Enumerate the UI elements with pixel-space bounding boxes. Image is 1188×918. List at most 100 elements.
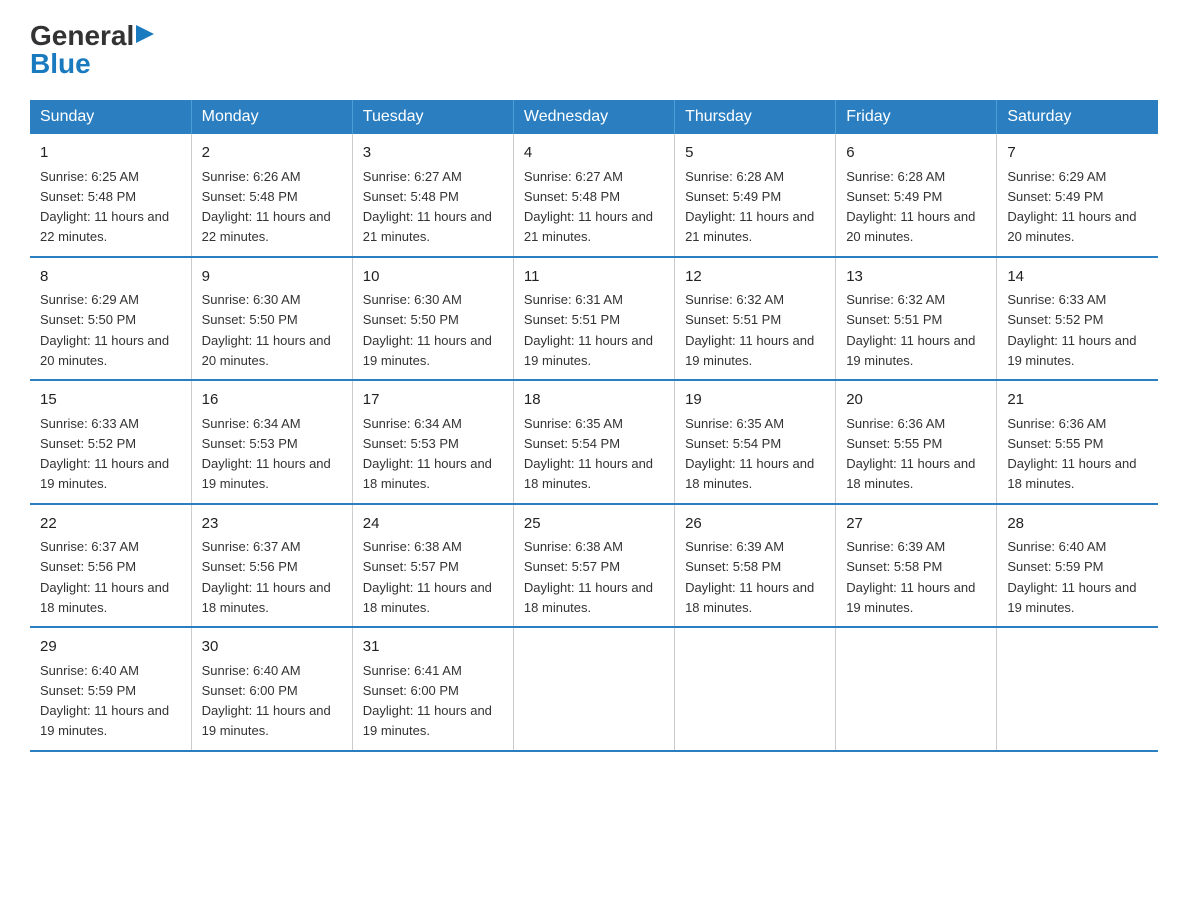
header-sunday: Sunday [30,100,191,134]
calendar-cell: 22 Sunrise: 6:37 AMSunset: 5:56 PMDayligh… [30,504,191,628]
day-info: Sunrise: 6:39 AMSunset: 5:58 PMDaylight:… [846,539,975,615]
day-number: 4 [524,142,664,165]
day-info: Sunrise: 6:35 AMSunset: 5:54 PMDaylight:… [524,416,653,492]
day-number: 28 [1007,513,1148,536]
day-number: 23 [202,513,342,536]
calendar-cell: 5 Sunrise: 6:28 AMSunset: 5:49 PMDaylight… [675,134,836,257]
calendar-cell: 23 Sunrise: 6:37 AMSunset: 5:56 PMDayligh… [191,504,352,628]
day-info: Sunrise: 6:30 AMSunset: 5:50 PMDaylight:… [202,292,331,368]
calendar-cell: 19Sunrise: 6:35 AMSunset: 5:54 PMDayligh… [675,380,836,504]
calendar-cell: 27 Sunrise: 6:39 AMSunset: 5:58 PMDayligh… [836,504,997,628]
day-info: Sunrise: 6:40 AMSunset: 5:59 PMDaylight:… [1007,539,1136,615]
day-number: 11 [524,266,664,289]
logo-triangle-icon [136,25,154,43]
calendar-cell [836,627,997,751]
header-tuesday: Tuesday [352,100,513,134]
week-row-1: 8 Sunrise: 6:29 AMSunset: 5:50 PMDaylight… [30,257,1158,381]
header-wednesday: Wednesday [513,100,674,134]
calendar-cell: 9Sunrise: 6:30 AMSunset: 5:50 PMDaylight… [191,257,352,381]
header-thursday: Thursday [675,100,836,134]
header-friday: Friday [836,100,997,134]
page-header: General Blue [30,20,1158,80]
day-info: Sunrise: 6:36 AMSunset: 5:55 PMDaylight:… [1007,416,1136,492]
day-number: 15 [40,389,181,412]
day-info: Sunrise: 6:35 AMSunset: 5:54 PMDaylight:… [685,416,814,492]
day-number: 10 [363,266,503,289]
day-info: Sunrise: 6:29 AMSunset: 5:49 PMDaylight:… [1007,169,1136,245]
day-info: Sunrise: 6:39 AMSunset: 5:58 PMDaylight:… [685,539,814,615]
day-info: Sunrise: 6:36 AMSunset: 5:55 PMDaylight:… [846,416,975,492]
logo: General Blue [30,20,154,80]
day-info: Sunrise: 6:38 AMSunset: 5:57 PMDaylight:… [524,539,653,615]
day-number: 17 [363,389,503,412]
day-number: 27 [846,513,986,536]
day-info: Sunrise: 6:33 AMSunset: 5:52 PMDaylight:… [1007,292,1136,368]
day-number: 12 [685,266,825,289]
day-info: Sunrise: 6:41 AMSunset: 6:00 PMDaylight:… [363,663,492,739]
week-row-3: 22 Sunrise: 6:37 AMSunset: 5:56 PMDayligh… [30,504,1158,628]
day-number: 25 [524,513,664,536]
day-info: Sunrise: 6:33 AMSunset: 5:52 PMDaylight:… [40,416,169,492]
day-info: Sunrise: 6:38 AMSunset: 5:57 PMDaylight:… [363,539,492,615]
day-number: 1 [40,142,181,165]
day-number: 16 [202,389,342,412]
calendar-cell: 15 Sunrise: 6:33 AMSunset: 5:52 PMDayligh… [30,380,191,504]
day-info: Sunrise: 6:28 AMSunset: 5:49 PMDaylight:… [846,169,975,245]
day-number: 26 [685,513,825,536]
day-number: 30 [202,636,342,659]
calendar-cell: 1 Sunrise: 6:25 AMSunset: 5:48 PMDaylight… [30,134,191,257]
day-number: 8 [40,266,181,289]
calendar-cell: 12 Sunrise: 6:32 AMSunset: 5:51 PMDayligh… [675,257,836,381]
header-monday: Monday [191,100,352,134]
day-number: 18 [524,389,664,412]
day-info: Sunrise: 6:40 AMSunset: 6:00 PMDaylight:… [202,663,331,739]
day-number: 31 [363,636,503,659]
day-number: 5 [685,142,825,165]
day-info: Sunrise: 6:37 AMSunset: 5:56 PMDaylight:… [40,539,169,615]
calendar-cell: 30 Sunrise: 6:40 AMSunset: 6:00 PMDayligh… [191,627,352,751]
day-number: 13 [846,266,986,289]
day-info: Sunrise: 6:26 AMSunset: 5:48 PMDaylight:… [202,169,331,245]
calendar-cell: 21 Sunrise: 6:36 AMSunset: 5:55 PMDayligh… [997,380,1158,504]
day-info: Sunrise: 6:34 AMSunset: 5:53 PMDaylight:… [202,416,331,492]
logo-blue-text: Blue [30,48,91,80]
calendar-cell: 16 Sunrise: 6:34 AMSunset: 5:53 PMDayligh… [191,380,352,504]
calendar-cell: 6 Sunrise: 6:28 AMSunset: 5:49 PMDaylight… [836,134,997,257]
header-saturday: Saturday [997,100,1158,134]
day-number: 14 [1007,266,1148,289]
day-info: Sunrise: 6:27 AMSunset: 5:48 PMDaylight:… [524,169,653,245]
calendar-cell: 26 Sunrise: 6:39 AMSunset: 5:58 PMDayligh… [675,504,836,628]
calendar-table: SundayMondayTuesdayWednesdayThursdayFrid… [30,100,1158,752]
calendar-cell: 17 Sunrise: 6:34 AMSunset: 5:53 PMDayligh… [352,380,513,504]
day-number: 22 [40,513,181,536]
day-number: 6 [846,142,986,165]
day-info: Sunrise: 6:34 AMSunset: 5:53 PMDaylight:… [363,416,492,492]
calendar-cell [513,627,674,751]
calendar-cell: 25 Sunrise: 6:38 AMSunset: 5:57 PMDayligh… [513,504,674,628]
calendar-cell: 3Sunrise: 6:27 AMSunset: 5:48 PMDaylight… [352,134,513,257]
day-info: Sunrise: 6:29 AMSunset: 5:50 PMDaylight:… [40,292,169,368]
day-info: Sunrise: 6:30 AMSunset: 5:50 PMDaylight:… [363,292,492,368]
calendar-cell [997,627,1158,751]
day-info: Sunrise: 6:32 AMSunset: 5:51 PMDaylight:… [846,292,975,368]
calendar-cell: 7 Sunrise: 6:29 AMSunset: 5:49 PMDaylight… [997,134,1158,257]
calendar-cell: 2Sunrise: 6:26 AMSunset: 5:48 PMDaylight… [191,134,352,257]
day-number: 7 [1007,142,1148,165]
day-number: 3 [363,142,503,165]
calendar-cell [675,627,836,751]
calendar-cell: 11Sunrise: 6:31 AMSunset: 5:51 PMDayligh… [513,257,674,381]
calendar-cell: 8 Sunrise: 6:29 AMSunset: 5:50 PMDaylight… [30,257,191,381]
day-number: 20 [846,389,986,412]
calendar-cell: 18 Sunrise: 6:35 AMSunset: 5:54 PMDayligh… [513,380,674,504]
day-number: 21 [1007,389,1148,412]
day-number: 29 [40,636,181,659]
day-info: Sunrise: 6:28 AMSunset: 5:49 PMDaylight:… [685,169,814,245]
week-row-4: 29Sunrise: 6:40 AMSunset: 5:59 PMDayligh… [30,627,1158,751]
calendar-cell: 31 Sunrise: 6:41 AMSunset: 6:00 PMDayligh… [352,627,513,751]
day-info: Sunrise: 6:32 AMSunset: 5:51 PMDaylight:… [685,292,814,368]
calendar-cell: 28 Sunrise: 6:40 AMSunset: 5:59 PMDayligh… [997,504,1158,628]
day-number: 24 [363,513,503,536]
day-info: Sunrise: 6:37 AMSunset: 5:56 PMDaylight:… [202,539,331,615]
week-row-0: 1 Sunrise: 6:25 AMSunset: 5:48 PMDaylight… [30,134,1158,257]
day-info: Sunrise: 6:25 AMSunset: 5:48 PMDaylight:… [40,169,169,245]
